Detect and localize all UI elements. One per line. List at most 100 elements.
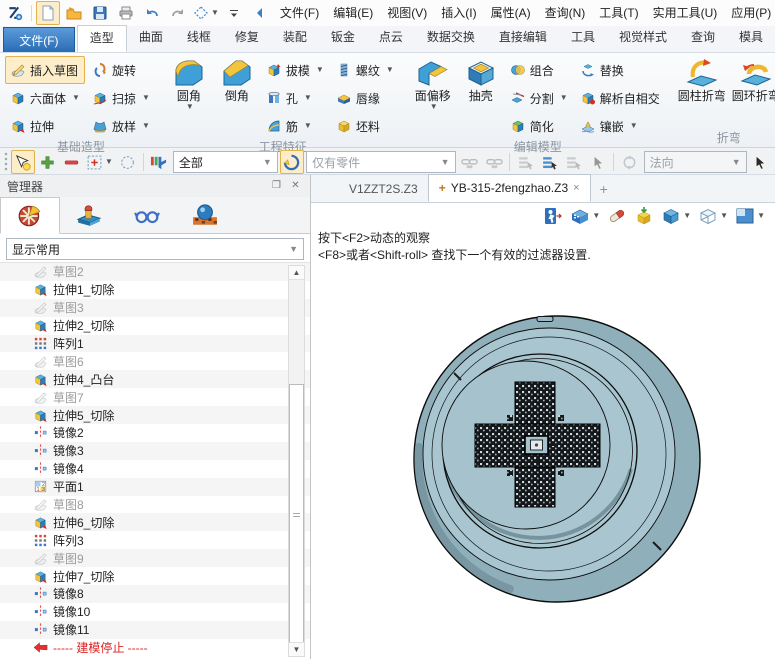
pick-button[interactable] [11,150,35,174]
ribbon-button-倒角[interactable]: 倒角 [213,56,261,103]
scroll-down-button[interactable]: ▼ [289,642,304,656]
menu-8[interactable]: 实用工具(U) [646,0,725,26]
link-options-button[interactable] [482,150,506,174]
history-filter-dropdown[interactable]: 显示常用 ▼ [6,238,304,260]
ribbon-button-扫掠[interactable]: 扫掠▼ [87,84,155,112]
tree-item-草图8[interactable]: 草图8 [0,496,310,514]
wire-cube-button[interactable]: ▼ [696,204,730,228]
ribbon-tab-视觉样式[interactable]: 视觉样式 [607,25,679,50]
close-tab-button[interactable]: × [573,182,579,194]
remove-from-selection-button[interactable] [59,150,83,174]
panel-restore-button[interactable]: ❐ [269,180,284,193]
ribbon-button-旋转[interactable]: 旋转 [87,56,155,84]
tree-item-拉伸2_切除[interactable]: 拉伸2_切除 [0,317,310,335]
ribbon-button-放样[interactable]: 放样▼ [87,112,155,140]
reorient-button[interactable] [617,150,641,174]
menu-2[interactable]: 编辑(E) [326,0,380,26]
undo-button[interactable] [140,1,164,25]
menu-5[interactable]: 属性(A) [484,0,538,26]
manager-tab-render[interactable] [176,197,234,233]
menu-1[interactable]: 文件(F) [273,0,326,26]
tree-item-镜像11[interactable]: 镜像11 [0,621,310,639]
exit-person-button[interactable] [541,204,565,228]
ribbon-tab-工具[interactable]: 工具 [559,25,607,50]
ribbon-button-组合[interactable]: 组合 [505,56,573,84]
selection-filter-button[interactable] [147,150,171,174]
redo-button[interactable] [166,1,190,25]
view-layout-button[interactable]: ▼ [733,204,767,228]
ribbon-tab-钣金[interactable]: 钣金 [319,25,367,50]
filter-scope-dropdown[interactable]: 全部▼ [173,151,278,173]
ribbon-button-圆角[interactable]: 圆角▼ [165,56,213,111]
ribbon-tab-线框[interactable]: 线框 [175,25,223,50]
document-tab-V1ZZT2S.Z3[interactable]: V1ZZT2S.Z3 [339,176,428,202]
eraser-button[interactable] [605,204,629,228]
print-doc-button[interactable] [114,1,138,25]
ribbon-button-圆柱折弯[interactable]: 圆柱折弯 [675,56,729,103]
ribbon-tab-查询[interactable]: 查询 [679,25,727,50]
menu-6[interactable]: 查询(N) [538,0,593,26]
orientation-dropdown[interactable]: 法向▼ [644,151,747,173]
ribbon-button-螺纹[interactable]: 螺纹▼ [331,56,399,84]
ribbon-tab-点云[interactable]: 点云 [367,25,415,50]
tree-item-草图7[interactable]: 草图7 [0,388,310,406]
ribbon-button-面偏移[interactable]: 面偏移▼ [409,56,457,111]
ribbon-button-六面体[interactable]: 六面体▼ [5,84,85,112]
ribbon-tab-造型[interactable]: 造型 [77,25,127,52]
panel-close-button[interactable]: ✕ [288,180,303,193]
tree-item-拉伸5_切除[interactable]: 拉伸5_切除 [0,406,310,424]
ribbon-button-圆环折弯[interactable]: 圆环折弯 [729,56,775,103]
ribbon-tab-数据交换[interactable]: 数据交换 [415,25,487,50]
scroll-up-button[interactable]: ▲ [289,266,304,280]
pick-from-list-button[interactable] [513,150,537,174]
ribbon-button-拉伸[interactable]: 拉伸 [5,112,85,140]
pick-last-button[interactable] [537,150,561,174]
ribbon-button-抽壳[interactable]: 抽壳 [457,56,505,103]
ribbon-button-拔模[interactable]: 拔模▼ [261,56,329,84]
lasso-select-button[interactable] [115,150,139,174]
shaded-cube-button[interactable]: ▼ [659,204,693,228]
ribbon-tab-曲面[interactable]: 曲面 [127,25,175,50]
history-stop-marker[interactable]: ----- 建模停止 ----- [0,639,310,657]
tree-item-镜像2[interactable]: 镜像2 [0,424,310,442]
tree-item-阵列3[interactable]: 阵列3 [0,531,310,549]
manager-tab-constraint[interactable] [60,197,118,233]
ribbon-tab-模具[interactable]: 模具 [727,25,775,50]
tree-item-阵列1[interactable]: 阵列1 [0,335,310,353]
tree-item-镜像8[interactable]: 镜像8 [0,585,310,603]
app-logo-button[interactable] [3,1,27,25]
ribbon-button-简化[interactable]: 简化 [505,112,573,140]
tree-item-拉伸4_凸台[interactable]: 拉伸4_凸台 [0,370,310,388]
manager-tab-history[interactable] [0,197,60,234]
tree-item-平面1[interactable]: 123平面1 [0,478,310,496]
window-select-button[interactable]: ▼ [84,150,116,174]
ribbon-button-插入草图[interactable]: 插入草图 [5,56,85,84]
tree-item-镜像4[interactable]: 镜像4 [0,460,310,478]
regen-box-button[interactable] [632,204,656,228]
ribbon-button-镶嵌[interactable]: 镶嵌▼ [575,112,665,140]
document-tab-YB-315-2fengzhao.Z3[interactable]: +YB-315-2fengzhao.Z3× [428,174,591,202]
open-doc-button[interactable] [62,1,86,25]
manager-tab-visibility[interactable] [118,197,176,233]
part-filter-button[interactable] [280,150,304,174]
tree-item-拉伸1_切除[interactable]: 拉伸1_切除 [0,281,310,299]
ribbon-button-坯料[interactable]: 坯料 [331,112,399,140]
ribbon-button-解析自相交[interactable]: 解析自相交 [575,84,665,112]
ribbon-button-孔[interactable]: 孔▼ [261,84,329,112]
link-toggle-button[interactable] [458,150,482,174]
ribbon-tab-修复[interactable]: 修复 [223,25,271,50]
ribbon-tab-装配[interactable]: 装配 [271,25,319,50]
add-to-selection-button[interactable] [35,150,59,174]
select-set-button[interactable]: ▼ [192,1,220,25]
file-menu-button[interactable]: 文件(F) [3,27,75,52]
tree-item-草图9[interactable]: 草图9 [0,549,310,567]
menu-9[interactable]: 应用(P) [724,0,775,26]
cursor-mode-button[interactable] [749,150,773,174]
tree-item-草图6[interactable]: 草图6 [0,352,310,370]
new-tab-button[interactable]: + [591,176,617,202]
tree-scrollbar[interactable]: ▲ ▼ [288,265,305,657]
tree-item-镜像10[interactable]: 镜像10 [0,603,310,621]
new-doc-button[interactable] [36,1,60,25]
menu-3[interactable]: 视图(V) [380,0,434,26]
pick-cursor-button[interactable] [586,150,610,174]
